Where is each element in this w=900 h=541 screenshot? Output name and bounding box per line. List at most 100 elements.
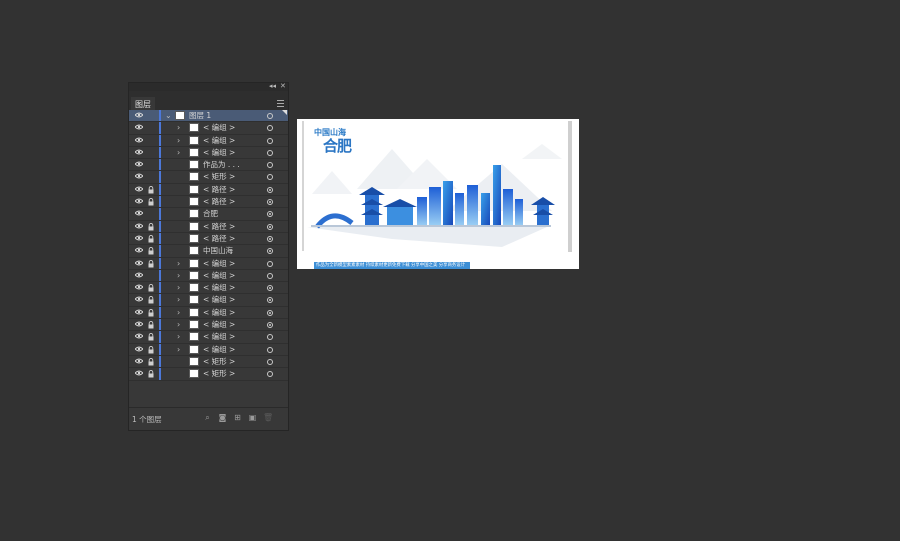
target-circle-icon[interactable] xyxy=(267,334,273,341)
layer-row[interactable]: › < 编组 > xyxy=(129,294,288,307)
visibility-eye-icon[interactable] xyxy=(135,173,143,180)
chevron-right-icon[interactable]: › xyxy=(177,345,180,355)
panel-title-bar[interactable]: ◂◂ ✕ xyxy=(129,82,288,91)
panel-menu-icon[interactable] xyxy=(277,100,284,107)
visibility-eye-icon[interactable] xyxy=(135,370,143,377)
lock-icon[interactable] xyxy=(148,296,154,304)
visibility-eye-icon[interactable] xyxy=(135,309,143,316)
layer-name[interactable]: < 编组 > xyxy=(203,147,235,159)
close-panel-icon[interactable]: ✕ xyxy=(280,82,286,91)
layer-name[interactable]: 合肥 xyxy=(203,208,218,220)
layer-name[interactable]: < 路径 > xyxy=(203,221,235,233)
lock-icon[interactable] xyxy=(148,308,154,317)
visibility-eye-icon[interactable] xyxy=(135,137,143,144)
chevron-right-icon[interactable]: › xyxy=(177,295,180,305)
target-circle-icon[interactable] xyxy=(267,199,273,206)
layer-name[interactable]: 图层 1 xyxy=(189,110,211,122)
chevron-right-icon[interactable]: › xyxy=(177,271,180,281)
layer-name[interactable]: < 编组 > xyxy=(203,344,235,356)
target-circle-icon[interactable] xyxy=(267,346,273,353)
layer-name[interactable]: < 路径 > xyxy=(203,233,235,245)
layer-row[interactable]: › < 编组 > xyxy=(129,319,288,332)
visibility-eye-icon[interactable] xyxy=(135,210,143,217)
layer-row[interactable]: 合肥 xyxy=(129,208,288,221)
lock-icon[interactable] xyxy=(148,357,154,366)
target-circle-icon[interactable] xyxy=(267,272,273,279)
target-circle-icon[interactable] xyxy=(267,248,273,255)
layer-name[interactable]: < 路径 > xyxy=(203,184,235,196)
visibility-eye-icon[interactable] xyxy=(135,333,143,340)
chevron-right-icon[interactable]: › xyxy=(177,308,180,318)
layer-name[interactable]: < 编组 > xyxy=(203,135,235,147)
layer-row[interactable]: › < 编组 > xyxy=(129,282,288,295)
layer-name[interactable]: < 编组 > xyxy=(203,282,235,294)
lock-icon[interactable] xyxy=(148,234,154,243)
layer-name[interactable]: 作品为 . . . xyxy=(203,159,240,171)
visibility-eye-icon[interactable] xyxy=(135,198,143,205)
target-circle-icon[interactable] xyxy=(267,223,273,230)
collapse-panel-icon[interactable]: ◂◂ xyxy=(269,82,276,91)
chevron-right-icon[interactable]: › xyxy=(177,259,180,269)
layer-name[interactable]: < 编组 > xyxy=(203,270,235,282)
visibility-eye-icon[interactable] xyxy=(135,358,143,365)
target-circle-icon[interactable] xyxy=(267,149,273,156)
visibility-eye-icon[interactable] xyxy=(135,247,143,254)
layer-row[interactable]: › < 编组 > xyxy=(129,122,288,135)
visibility-eye-icon[interactable] xyxy=(135,296,143,303)
layer-row[interactable]: < 矩形 > xyxy=(129,171,288,184)
make-clipping-mask-icon[interactable]: ◙ xyxy=(218,414,227,422)
layer-row[interactable]: › < 编组 > xyxy=(129,257,288,270)
layer-row[interactable]: < 矩形 > xyxy=(129,355,288,369)
lock-icon[interactable] xyxy=(148,259,154,268)
layer-row[interactable]: < 矩形 > xyxy=(129,368,288,381)
layer-row-top[interactable]: ⌄ 图层 1 xyxy=(129,110,288,123)
layer-row[interactable]: 中国山海 xyxy=(129,245,288,258)
layer-name[interactable]: < 矩形 > xyxy=(203,368,235,380)
create-new-layer-icon[interactable]: ▣ xyxy=(248,414,257,422)
target-circle-icon[interactable] xyxy=(267,162,273,169)
layer-row[interactable]: › < 编组 > xyxy=(129,269,288,283)
layer-name[interactable]: < 编组 > xyxy=(203,307,235,319)
target-circle-icon[interactable] xyxy=(267,309,273,316)
visibility-eye-icon[interactable] xyxy=(135,223,143,230)
layer-name[interactable]: 中国山海 xyxy=(203,245,233,257)
lock-icon[interactable] xyxy=(148,333,154,341)
visibility-eye-icon[interactable] xyxy=(135,321,143,328)
layer-name[interactable]: < 编组 > xyxy=(203,331,235,343)
visibility-eye-icon[interactable] xyxy=(135,161,143,168)
target-circle-icon[interactable] xyxy=(267,322,273,329)
chevron-right-icon[interactable]: › xyxy=(177,332,180,342)
layer-row[interactable]: < 路径 > xyxy=(129,232,288,246)
lock-icon[interactable] xyxy=(148,284,154,292)
lock-icon[interactable] xyxy=(148,321,154,329)
target-circle-icon[interactable] xyxy=(267,113,273,119)
target-circle-icon[interactable] xyxy=(267,371,273,378)
locate-object-icon[interactable]: ⌕ xyxy=(203,414,212,422)
lock-icon[interactable] xyxy=(148,222,154,231)
layer-row[interactable]: < 路径 > xyxy=(129,220,288,233)
visibility-eye-icon[interactable] xyxy=(135,284,143,291)
visibility-eye-icon[interactable] xyxy=(135,260,143,267)
visibility-eye-icon[interactable] xyxy=(135,112,143,119)
layer-row[interactable]: › < 编组 > xyxy=(129,146,288,160)
lock-icon[interactable] xyxy=(148,185,154,194)
layer-name[interactable]: < 路径 > xyxy=(203,196,235,208)
chevron-right-icon[interactable]: › xyxy=(177,136,180,146)
chevron-right-icon[interactable]: › xyxy=(177,123,180,133)
chevron-down-icon[interactable]: ⌄ xyxy=(165,111,172,121)
visibility-eye-icon[interactable] xyxy=(135,235,143,242)
lock-icon[interactable] xyxy=(148,247,154,255)
layer-row[interactable]: › < 编组 > xyxy=(129,134,288,147)
chevron-right-icon[interactable]: › xyxy=(177,148,180,158)
layer-row[interactable]: › < 编组 > xyxy=(129,331,288,344)
delete-layer-icon[interactable]: 🗑 xyxy=(263,414,273,422)
layer-name[interactable]: < 矩形 > xyxy=(203,171,235,183)
layer-name[interactable]: < 矩形 > xyxy=(203,356,235,368)
layer-name[interactable]: < 编组 > xyxy=(203,122,235,134)
layer-row[interactable]: 作品为 . . . xyxy=(129,159,288,172)
target-circle-icon[interactable] xyxy=(267,235,273,242)
layer-name[interactable]: < 编组 > xyxy=(203,319,235,331)
visibility-eye-icon[interactable] xyxy=(135,272,143,279)
visibility-eye-icon[interactable] xyxy=(135,186,143,193)
layer-row[interactable]: › < 编组 > xyxy=(129,306,288,320)
